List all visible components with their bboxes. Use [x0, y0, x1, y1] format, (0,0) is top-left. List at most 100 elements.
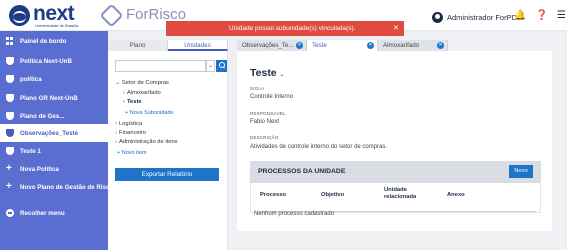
- sidebar-item-novo-plano[interactable]: + Novo Plano de Gestão de Risco: [0, 178, 113, 196]
- tab-plano[interactable]: Plano: [108, 40, 168, 51]
- sidebar-item-label: Plano de Ges...: [20, 112, 65, 120]
- search-filter-dropdown[interactable]: ⌄: [206, 60, 215, 72]
- new-item-link[interactable]: + Novo item: [117, 150, 147, 156]
- tree-node-setor-compras[interactable]: ⌄ Setor de Compras: [115, 80, 169, 86]
- new-subunit-link[interactable]: + Nova Subunidade: [125, 110, 173, 116]
- processes-title: PROCESSOS DA UNIDADE: [258, 168, 346, 175]
- shield-icon: [6, 57, 14, 65]
- column-header: Processo: [260, 192, 287, 198]
- sidebar-item-label: Política Next-UnB: [20, 57, 72, 65]
- sidebar-item-politica-next[interactable]: Política Next-UnB: [0, 52, 108, 70]
- left-tabs: Plano Unidades: [108, 40, 228, 51]
- unit-detail-panel: Teste ⌄ SIGLA Controle Interno RESPONSÁV…: [237, 51, 552, 231]
- caret-right-icon: ›: [123, 90, 125, 96]
- sidebar-item-dashboard[interactable]: Painel de bordo: [0, 32, 108, 50]
- shield-icon: [6, 94, 14, 102]
- column-header: Anexo: [447, 192, 465, 198]
- tab-label: Teste: [312, 42, 327, 49]
- tree-node-logistica[interactable]: › Logística: [115, 121, 142, 127]
- tab-unidades[interactable]: Unidades: [168, 40, 228, 51]
- sidebar-item-plano-gr[interactable]: Plano GR Next-UnB: [0, 89, 108, 107]
- dashboard-icon: [6, 37, 14, 45]
- help-icon[interactable]: ❓: [535, 10, 547, 22]
- user-name: Administrador ForPDI: [447, 12, 520, 22]
- error-toast-message: Unidade possui subunidade(s) vinculada(s…: [229, 25, 356, 32]
- tab-label: Observações_Te...: [242, 42, 294, 49]
- user-menu[interactable]: Administrador ForPDI: [432, 10, 519, 24]
- new-process-button[interactable]: Novo: [509, 165, 533, 178]
- tab-teste[interactable]: Teste ✕: [307, 40, 378, 51]
- collapse-menu-button[interactable]: Recolher menu: [0, 204, 108, 222]
- sidebar-item-teste-1[interactable]: Teste 1: [0, 142, 108, 160]
- page-title[interactable]: Teste ⌄: [250, 67, 284, 79]
- close-icon[interactable]: ✕: [367, 42, 374, 49]
- next-logo-icon: [9, 5, 30, 26]
- descricao-label: DESCRIÇÃO: [250, 135, 279, 140]
- error-toast: Unidade possui subunidade(s) vinculada(s…: [166, 21, 404, 36]
- app-root: next Universidade de Brasília ForRisco A…: [0, 0, 567, 250]
- tree-node-label: Logística: [118, 121, 143, 127]
- caret-down-icon: ⌄: [115, 80, 120, 86]
- shield-icon: [6, 147, 14, 155]
- column-header: Objetivo: [321, 192, 345, 198]
- close-icon[interactable]: ✕: [437, 42, 444, 49]
- sidebar: Painel de bordo Política Next-UnB políti…: [0, 31, 113, 250]
- shield-icon: [6, 129, 14, 137]
- processes-header: PROCESSOS DA UNIDADE Novo: [250, 161, 541, 183]
- sidebar-item-label: Recolher menu: [20, 209, 65, 217]
- sidebar-item-label: Nova Política: [20, 165, 59, 173]
- responsavel-value: Fabio Next: [250, 119, 280, 125]
- bell-icon[interactable]: 🔔: [514, 10, 526, 22]
- tree-node-label: Financeiro: [118, 130, 147, 136]
- plus-icon: +: [6, 163, 12, 174]
- sigla-label: SIGLA: [250, 86, 265, 91]
- tree-node-almoxarifado[interactable]: › Almoxarifado: [123, 90, 161, 96]
- tree-node-label: Almoxarifado: [126, 90, 161, 96]
- sidebar-item-label: Plano GR Next-UnB: [20, 94, 78, 102]
- tab-observacoes[interactable]: Observações_Te... ✕: [237, 40, 307, 51]
- collapse-icon: [6, 209, 14, 217]
- close-icon[interactable]: ✕: [393, 21, 399, 36]
- plus-icon: +: [6, 181, 12, 192]
- shield-icon: [6, 112, 14, 120]
- tree-node-label: Setor de Compras: [121, 80, 169, 86]
- tree-node-financeiro[interactable]: › Financeiro: [115, 130, 146, 136]
- units-tree-panel: Plano Unidades ⌄ ⌄ Setor de Compras › Almo…: [108, 40, 228, 250]
- tree-node-teste[interactable]: › Teste: [123, 99, 142, 105]
- caret-right-icon: ›: [123, 99, 125, 105]
- caret-right-icon: ›: [115, 130, 117, 136]
- search-input[interactable]: [115, 60, 206, 72]
- sidebar-item-politica[interactable]: política: [0, 70, 108, 88]
- chevron-down-icon: ⌄: [277, 72, 285, 78]
- sidebar-item-label: Painel de bordo: [20, 37, 67, 45]
- sidebar-item-label: Teste 1: [20, 147, 41, 155]
- sidebar-item-label: política: [20, 75, 42, 83]
- tree-node-label: Administração de itens: [118, 139, 178, 145]
- tree-node-label: Teste: [126, 99, 142, 105]
- document-tabs: Observações_Te... ✕ Teste ✕ Almoxarifado…: [237, 40, 567, 51]
- page-title-text: Teste: [250, 67, 277, 79]
- tab-label: Almoxarifado: [383, 42, 420, 49]
- user-avatar-icon: [432, 11, 443, 23]
- caret-right-icon: ›: [115, 139, 117, 145]
- next-logo[interactable]: next Universidade de Brasília: [9, 2, 99, 28]
- sidebar-item-label: Observações_Teste: [20, 129, 79, 137]
- close-icon[interactable]: ✕: [296, 42, 303, 49]
- next-logo-subtext: Universidade de Brasília: [35, 23, 79, 28]
- sigla-value: Controle Interno: [250, 94, 294, 100]
- export-report-button[interactable]: Exportar Relatório: [115, 168, 219, 181]
- caret-right-icon: ›: [115, 121, 117, 127]
- sidebar-item-observacoes[interactable]: Observações_Teste: [0, 124, 108, 142]
- forrisco-logo-icon: [99, 3, 124, 28]
- tab-almoxarifado[interactable]: Almoxarifado ✕: [378, 40, 448, 51]
- sidebar-item-plano-ges[interactable]: Plano de Ges...: [0, 107, 108, 125]
- responsavel-label: RESPONSÁVEL: [250, 111, 286, 116]
- empty-table-message: Nenhum processo cadastrado: [254, 211, 335, 217]
- top-icons: 🔔 ❓ ☰: [514, 10, 566, 22]
- search-button[interactable]: [216, 60, 227, 72]
- menu-icon[interactable]: ☰: [557, 10, 566, 22]
- tree-node-admin-itens[interactable]: › Administração de itens: [115, 139, 178, 145]
- column-header: Unidade relacionada: [384, 187, 417, 200]
- descricao-value: Atividades de controle interno do setor …: [250, 144, 388, 150]
- sidebar-item-nova-politica[interactable]: + Nova Política: [0, 160, 108, 178]
